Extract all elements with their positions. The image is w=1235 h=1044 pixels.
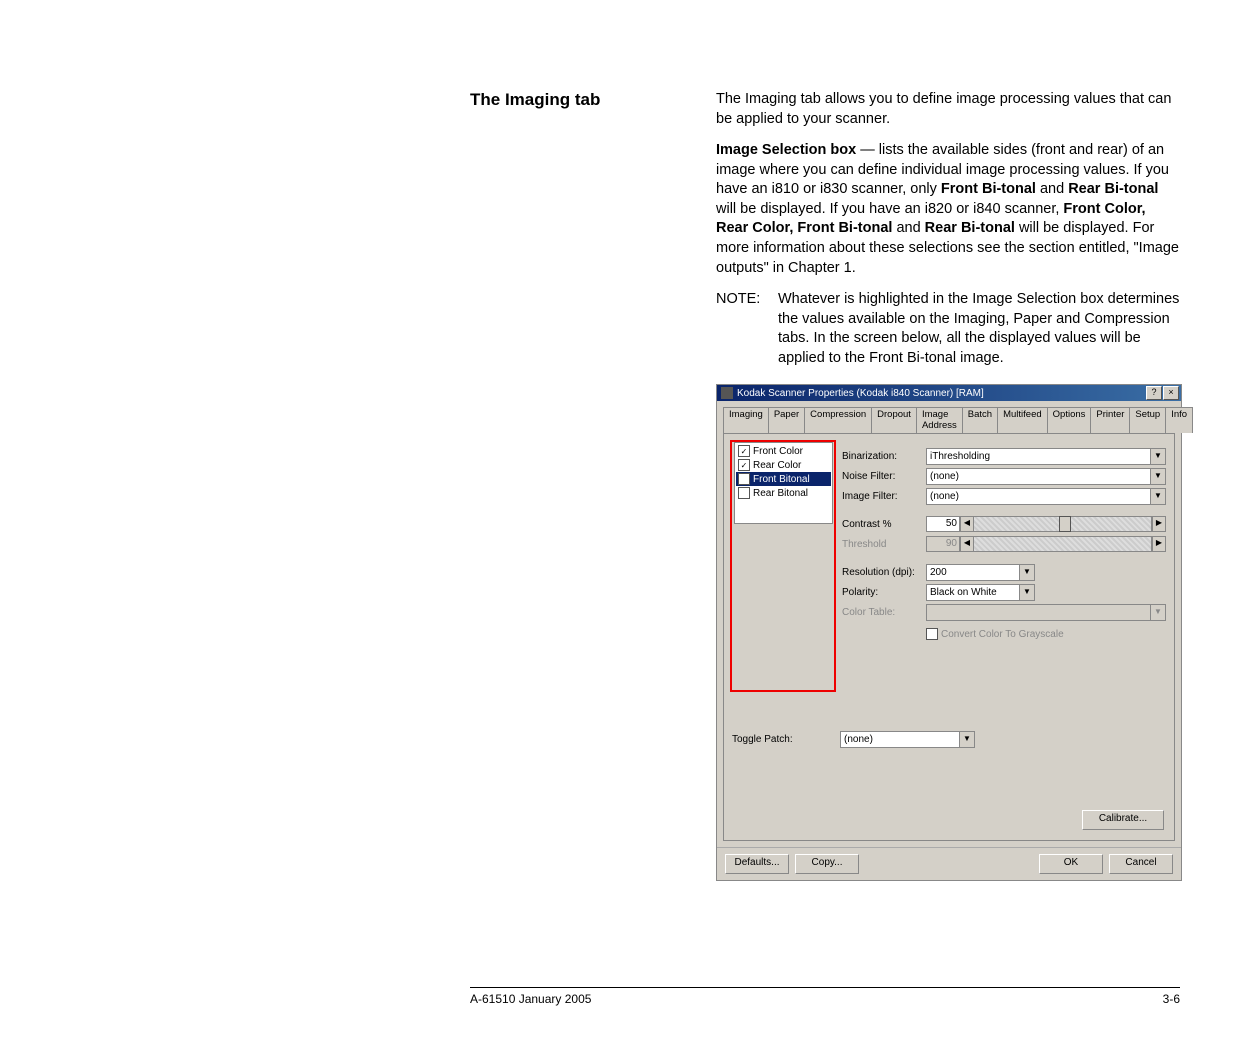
checkbox-icon[interactable]	[738, 487, 750, 499]
label-resolution: Resolution (dpi):	[842, 567, 926, 578]
label-toggle-patch: Toggle Patch:	[732, 734, 840, 745]
note-label: NOTE:	[716, 290, 778, 368]
help-button[interactable]: ?	[1146, 386, 1162, 400]
contrast-slider[interactable]	[973, 516, 1152, 532]
selection-rear-color[interactable]: ✓ Rear Color	[736, 458, 831, 472]
chevron-down-icon[interactable]: ▼	[1150, 449, 1165, 464]
dropdown-noise-filter[interactable]: (none) ▼	[926, 468, 1166, 485]
scanner-properties-dialog: Kodak Scanner Properties (Kodak i840 Sca…	[716, 384, 1182, 881]
chevron-down-icon: ▼	[1150, 605, 1165, 620]
checkbox-icon[interactable]	[738, 473, 750, 485]
label-threshold: Threshold	[842, 539, 926, 550]
label-binarization: Binarization:	[842, 451, 926, 462]
footer-right: 3-6	[1163, 992, 1180, 1006]
tab-batch[interactable]: Batch	[962, 407, 998, 433]
threshold-slider	[973, 536, 1152, 552]
label-polarity: Polarity:	[842, 587, 926, 598]
tab-multifeed[interactable]: Multifeed	[997, 407, 1048, 433]
label-noise-filter: Noise Filter:	[842, 471, 926, 482]
tab-printer[interactable]: Printer	[1090, 407, 1130, 433]
note-text: Whatever is highlighted in the Image Sel…	[778, 290, 1180, 368]
checkbox-icon[interactable]: ✓	[738, 459, 750, 471]
selection-label: Rear Bitonal	[753, 488, 808, 499]
selection-front-color[interactable]: ✓ Front Color	[736, 444, 831, 458]
dropdown-image-filter[interactable]: (none) ▼	[926, 488, 1166, 505]
dropdown-color-table: ▼	[926, 604, 1166, 621]
label-color-table: Color Table:	[842, 607, 926, 618]
label-image-filter: Image Filter:	[842, 491, 926, 502]
section-heading: The Imaging tab	[470, 90, 670, 110]
selection-label: Rear Color	[753, 460, 801, 471]
app-icon	[721, 387, 733, 399]
dropdown-toggle-patch[interactable]: (none) ▼	[840, 731, 975, 748]
chevron-down-icon[interactable]: ▼	[1019, 585, 1034, 600]
paragraph-image-selection: Image Selection box — lists the availabl…	[716, 141, 1180, 278]
checkbox-icon[interactable]: ✓	[738, 445, 750, 457]
tab-options[interactable]: Options	[1047, 407, 1092, 433]
label-contrast: Contrast %	[842, 519, 926, 530]
titlebar[interactable]: Kodak Scanner Properties (Kodak i840 Sca…	[717, 385, 1181, 401]
tab-dropout[interactable]: Dropout	[871, 407, 917, 433]
checkbox-icon	[926, 628, 938, 640]
dropdown-binarization[interactable]: iThresholding ▼	[926, 448, 1166, 465]
arrow-right-icon: ▶	[1152, 536, 1166, 552]
contrast-value: 50	[926, 516, 960, 532]
defaults-button[interactable]: Defaults...	[725, 854, 789, 874]
window-title: Kodak Scanner Properties (Kodak i840 Sca…	[737, 388, 984, 399]
chevron-down-icon[interactable]: ▼	[1150, 469, 1165, 484]
selection-label: Front Bitonal	[753, 474, 810, 485]
convert-label: Convert Color To Grayscale	[941, 629, 1064, 640]
tab-strip: Imaging Paper Compression Dropout Image …	[717, 401, 1181, 433]
tab-body: ✓ Front Color ✓ Rear Color Front Bitonal…	[723, 433, 1175, 841]
tab-info[interactable]: Info	[1165, 407, 1193, 433]
selection-label: Front Color	[753, 446, 803, 457]
tab-image-address[interactable]: Image Address	[916, 407, 963, 433]
copy-button[interactable]: Copy...	[795, 854, 859, 874]
note-block: NOTE: Whatever is highlighted in the Ima…	[716, 290, 1180, 368]
ok-button[interactable]: OK	[1039, 854, 1103, 874]
chevron-down-icon[interactable]: ▼	[959, 732, 974, 747]
cancel-button[interactable]: Cancel	[1109, 854, 1173, 874]
arrow-right-icon[interactable]: ▶	[1152, 516, 1166, 532]
convert-grayscale-row: Convert Color To Grayscale	[926, 628, 1166, 640]
calibrate-button[interactable]: Calibrate...	[1082, 810, 1164, 830]
tab-paper[interactable]: Paper	[768, 407, 805, 433]
arrow-left-icon: ◀	[960, 536, 974, 552]
bold-label: Image Selection box	[716, 142, 856, 158]
chevron-down-icon[interactable]: ▼	[1019, 565, 1034, 580]
tab-compression[interactable]: Compression	[804, 407, 872, 433]
selection-rear-bitonal[interactable]: Rear Bitonal	[736, 486, 831, 500]
dropdown-resolution[interactable]: 200 ▼	[926, 564, 1035, 581]
tab-setup[interactable]: Setup	[1129, 407, 1166, 433]
chevron-down-icon[interactable]: ▼	[1150, 489, 1165, 504]
paragraph-intro: The Imaging tab allows you to define ima…	[716, 90, 1180, 129]
arrow-left-icon[interactable]: ◀	[960, 516, 974, 532]
close-button[interactable]: ×	[1163, 386, 1179, 400]
selection-front-bitonal[interactable]: Front Bitonal	[736, 472, 831, 486]
dropdown-polarity[interactable]: Black on White ▼	[926, 584, 1035, 601]
slider-thumb[interactable]	[1059, 516, 1071, 532]
threshold-value: 90	[926, 536, 960, 552]
tab-imaging[interactable]: Imaging	[723, 407, 769, 433]
footer-left: A-61510 January 2005	[470, 992, 591, 1006]
image-selection-box[interactable]: ✓ Front Color ✓ Rear Color Front Bitonal…	[734, 442, 833, 524]
